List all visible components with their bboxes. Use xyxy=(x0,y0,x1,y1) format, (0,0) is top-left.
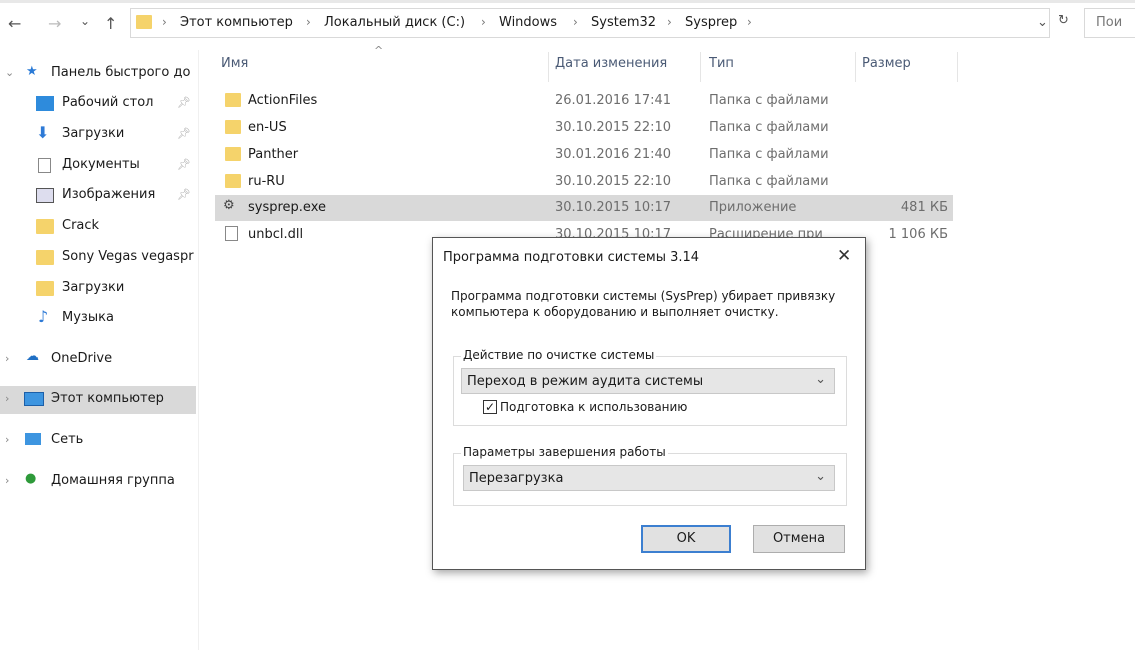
cleanup-action-select[interactable]: Переход в режим аудита системы ⌄ xyxy=(461,368,835,394)
shutdown-options-select[interactable]: Перезагрузка ⌄ xyxy=(463,465,835,491)
file-row[interactable]: ActionFiles 26.01.2016 17:41 Папка с файла… xyxy=(215,88,953,114)
computer-icon xyxy=(24,392,44,406)
sidebar-item-homegroup[interactable]: › ● Домашняя группа xyxy=(0,468,196,496)
music-icon: ♪ xyxy=(38,307,49,326)
sort-ascending-icon: ^ xyxy=(374,44,384,57)
breadcrumb-item[interactable]: System32 xyxy=(591,15,656,30)
folder-icon xyxy=(36,219,54,234)
sidebar-item-music[interactable]: ♪ Музыка xyxy=(0,305,196,333)
pin-icon: 📌︎ xyxy=(177,158,191,171)
forward-button[interactable]: → xyxy=(48,14,61,33)
sidebar-item-crack[interactable]: Crack xyxy=(0,213,196,241)
dialog-description: компьютера к оборудованию и выполняет оч… xyxy=(451,305,779,319)
dll-file-icon xyxy=(225,226,238,241)
folder-icon xyxy=(225,93,241,107)
sidebar-quick-access[interactable]: ⌄ ★ Панель быстрого до xyxy=(0,60,196,88)
sidebar-item-sony-vegas[interactable]: Sony Vegas vegaspr xyxy=(0,244,196,272)
folder-icon xyxy=(36,281,54,296)
chevron-down-icon: ⌄ xyxy=(815,469,826,484)
file-row[interactable]: ru-RU 30.10.2015 22:10 Папка с файлами xyxy=(215,169,953,195)
window-top-edge xyxy=(0,0,1135,3)
desktop-icon xyxy=(36,96,54,111)
breadcrumb-item[interactable]: Sysprep xyxy=(685,15,737,30)
chevron-down-icon: ⌄ xyxy=(815,372,826,387)
column-header-type[interactable]: Тип xyxy=(709,56,734,71)
sidebar-item-downloads-folder[interactable]: Загрузки xyxy=(0,275,196,303)
homegroup-icon: ● xyxy=(25,471,37,486)
cancel-button[interactable]: Отмена xyxy=(753,525,845,553)
file-row-selected[interactable]: ⚙ sysprep.exe 30.10.2015 10:17 Приложение 48… xyxy=(215,195,953,221)
folder-icon xyxy=(136,15,152,29)
group-label: Параметры завершения работы xyxy=(461,445,668,459)
sidebar-item-onedrive[interactable]: › ☁ OneDrive xyxy=(0,346,196,374)
folder-icon xyxy=(225,174,241,188)
column-header-date[interactable]: Дата изменения xyxy=(555,56,667,71)
sidebar-item-downloads[interactable]: ⬇ Загрузки 📌︎ xyxy=(0,121,196,149)
sidebar-item-pictures[interactable]: Изображения 📌︎ xyxy=(0,182,196,210)
refresh-icon[interactable]: ↻ xyxy=(1058,13,1069,28)
back-button[interactable]: ← xyxy=(8,14,21,33)
sysprep-dialog: Программа подготовки системы 3.14 ✕ Прог… xyxy=(432,237,866,570)
pin-icon: 📌︎ xyxy=(177,188,191,201)
pictures-icon xyxy=(36,188,54,203)
close-icon[interactable]: ✕ xyxy=(837,246,851,266)
sidebar-divider xyxy=(198,50,199,650)
breadcrumb-item[interactable]: Локальный диск (C:) xyxy=(324,15,465,30)
download-icon: ⬇ xyxy=(36,123,50,142)
breadcrumb-item[interactable]: Этот компьютер xyxy=(180,15,293,30)
breadcrumb-item[interactable]: Windows xyxy=(499,15,557,30)
star-icon: ★ xyxy=(26,64,38,79)
dialog-title: Программа подготовки системы 3.14 xyxy=(443,250,700,265)
dialog-description: Программа подготовки системы (SysPrep) у… xyxy=(451,289,836,303)
checkbox-label: Подготовка к использованию xyxy=(500,400,688,414)
folder-icon xyxy=(225,120,241,134)
cloud-icon: ☁ xyxy=(26,349,39,364)
network-icon xyxy=(25,433,41,445)
column-header-size[interactable]: Размер xyxy=(862,56,911,71)
folder-icon xyxy=(36,250,54,265)
document-icon xyxy=(38,158,51,173)
sidebar-item-desktop[interactable]: Рабочий стол 📌︎ xyxy=(0,90,196,118)
sidebar-item-documents[interactable]: Документы 📌︎ xyxy=(0,152,196,180)
generalize-checkbox[interactable]: ✓ xyxy=(483,400,497,414)
column-header-name[interactable]: Имя xyxy=(221,56,248,71)
ok-button[interactable]: OK xyxy=(641,525,731,553)
application-icon: ⚙ xyxy=(223,198,235,213)
pin-icon: 📌︎ xyxy=(177,127,191,140)
group-label: Действие по очистке системы xyxy=(461,348,657,362)
sidebar-item-this-pc[interactable]: › Этот компьютер xyxy=(0,386,196,414)
sidebar-item-network[interactable]: › Сеть xyxy=(0,427,196,455)
up-button[interactable]: ↑ xyxy=(104,14,117,33)
search-placeholder: Пои xyxy=(1096,15,1123,30)
address-history-dropdown[interactable]: ⌄ xyxy=(1037,15,1048,30)
file-row[interactable]: en-US 30.10.2015 22:10 Папка с файлами xyxy=(215,115,953,141)
folder-icon xyxy=(225,147,241,161)
file-row[interactable]: Panther 30.01.2016 21:40 Папка с файлами xyxy=(215,142,953,168)
recent-locations-button[interactable]: ⌄ xyxy=(80,14,90,28)
pin-icon: 📌︎ xyxy=(177,96,191,109)
